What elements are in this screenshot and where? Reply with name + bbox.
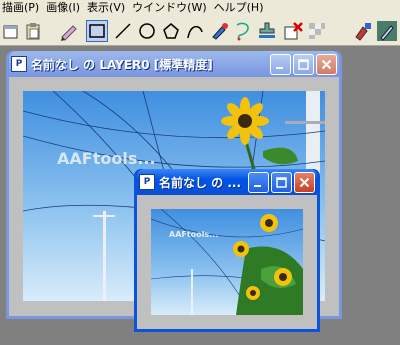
app-icon[interactable]: P [11,56,27,72]
stamp-icon[interactable] [256,20,278,42]
circle-icon[interactable] [136,20,158,42]
rectangle-icon[interactable] [86,20,108,42]
dropper-icon[interactable] [376,20,398,42]
layer-window-title: 名前なし の LAYER0 [標準精度] [31,57,213,72]
preview-canvas-area: AAFtools... [137,195,317,329]
maximize-icon [276,176,287,188]
preview-window-titlebar[interactable]: P 名前なし の ... [137,169,317,195]
maximize-icon [298,58,309,70]
new-icon[interactable] [0,20,22,42]
menu-draw[interactable]: 描画(P) [0,0,44,16]
app-icon[interactable]: P [139,174,155,190]
menu-window[interactable]: ウインドウ(W) [130,0,211,16]
erase-icon[interactable] [282,20,304,42]
toolbar [0,16,400,46]
menu-bar: 描画(P) 画像(I) 表示(V) ウインドウ(W) ヘルプ(H) [0,0,400,16]
pattern-icon[interactable] [306,20,328,42]
polygon-icon[interactable] [160,20,182,42]
menu-help[interactable]: ヘルプ(H) [212,0,269,16]
close-icon [299,177,310,187]
brush-icon[interactable] [208,20,230,42]
mdi-workspace: P 名前なし の LAYER0 [標準精度] AAFtools... P 名前な… [0,47,400,345]
minimize-button[interactable] [248,171,269,193]
minimize-icon [254,184,261,187]
preview-window-title: 名前なし の ... [159,175,242,190]
paste-icon[interactable] [22,20,44,42]
line-icon[interactable] [112,20,134,42]
menu-view[interactable]: 表示(V) [85,0,130,16]
maximize-button[interactable] [293,53,314,75]
close-button[interactable] [294,171,315,193]
watermark-text: AAFtools... [169,230,218,239]
minimize-button[interactable] [270,53,291,75]
spray-icon[interactable] [352,20,374,42]
menu-image[interactable]: 画像(I) [44,0,85,16]
pen-icon[interactable] [58,20,80,42]
close-icon [321,59,332,69]
layer-window-titlebar[interactable]: P 名前なし の LAYER0 [標準精度] [9,51,339,77]
watermark-text: AAFtools... [57,149,156,168]
curve-icon[interactable] [184,20,206,42]
preview-window[interactable]: P 名前なし の ... AAFtools... [134,169,320,332]
close-button[interactable] [316,53,337,75]
select-lasso-icon[interactable] [232,20,254,42]
minimize-icon [276,66,283,69]
preview-image[interactable]: AAFtools... [151,209,303,315]
maximize-button[interactable] [271,171,292,193]
